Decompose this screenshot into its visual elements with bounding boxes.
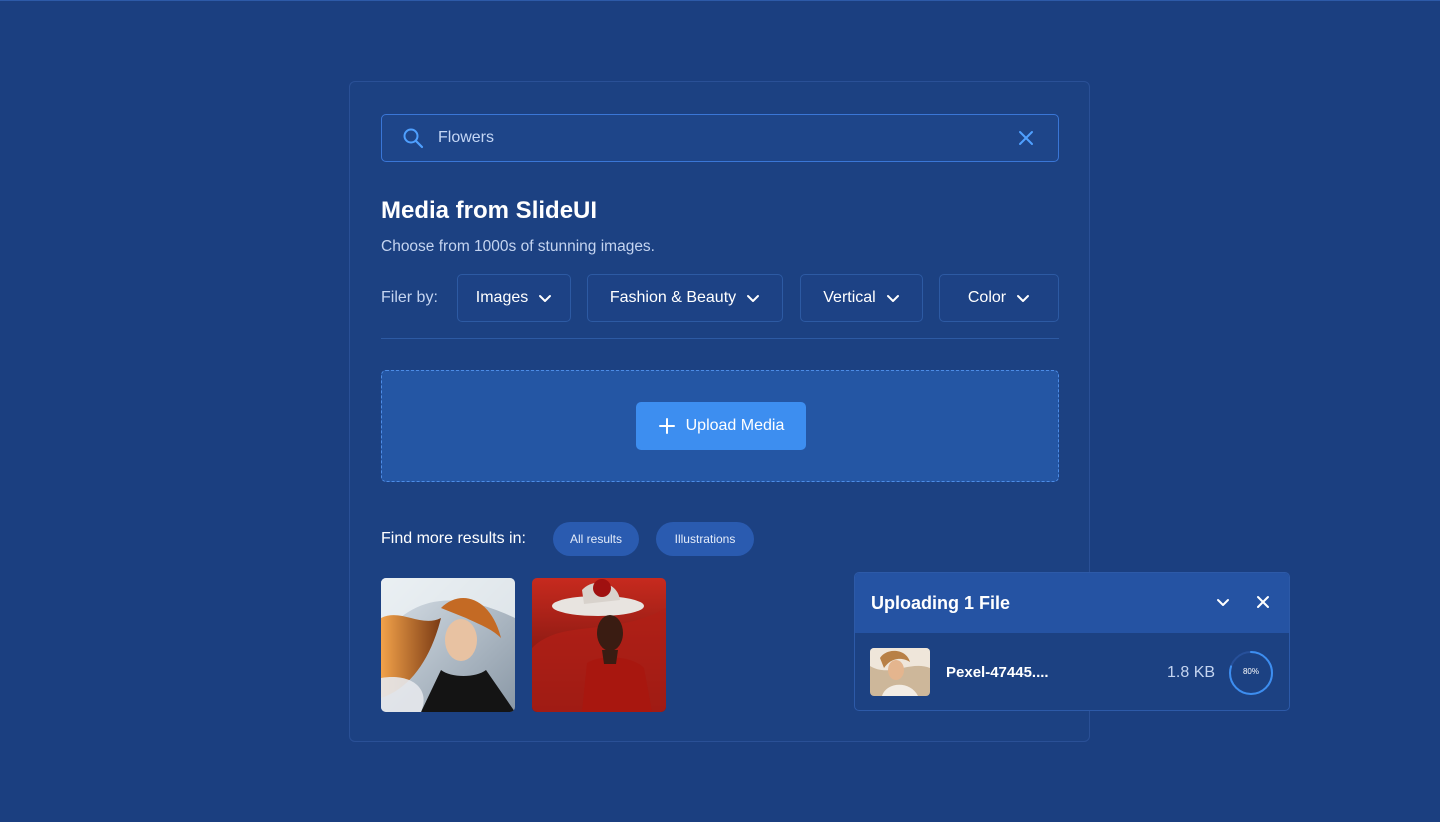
page-title: Media from SlideUI bbox=[381, 197, 598, 224]
upload-file-row: Pexel-47445.... 1.8 KB 80% bbox=[855, 633, 1289, 710]
search-bar[interactable]: Flowers bbox=[381, 114, 1059, 162]
page-subtitle: Choose from 1000s of stunning images. bbox=[381, 238, 655, 255]
filter-images-dropdown[interactable]: Images bbox=[457, 274, 571, 322]
progress-percent: 80% bbox=[1242, 667, 1259, 676]
filter-bar: Filer by: Images Fashion & Beauty Vertic… bbox=[381, 274, 1059, 322]
upload-dropzone[interactable]: Upload Media bbox=[381, 370, 1059, 482]
search-icon bbox=[402, 127, 424, 149]
filter-color-label: Color bbox=[967, 289, 1007, 306]
more-results: Find more results in: All results Illust… bbox=[381, 522, 881, 556]
media-thumbnail[interactable] bbox=[381, 578, 515, 712]
plus-icon bbox=[658, 417, 676, 435]
divider bbox=[381, 338, 1059, 339]
more-results-label: Find more results in: bbox=[381, 530, 526, 547]
filter-orientation-label: Vertical bbox=[823, 289, 876, 306]
search-input[interactable]: Flowers bbox=[438, 129, 1016, 147]
upload-card-header: Uploading 1 File bbox=[855, 573, 1289, 633]
chevron-down-icon bbox=[538, 291, 552, 305]
all-results-pill[interactable]: All results bbox=[553, 522, 639, 556]
close-icon[interactable] bbox=[1255, 594, 1271, 610]
file-size: 1.8 KB bbox=[1167, 664, 1216, 681]
filter-orientation-dropdown[interactable]: Vertical bbox=[800, 274, 923, 322]
media-thumbnail[interactable] bbox=[532, 578, 666, 712]
page: Flowers Media from SlideUI Choose from 1… bbox=[0, 0, 1440, 822]
filter-category-label: Fashion & Beauty bbox=[609, 289, 737, 306]
chevron-down-icon[interactable] bbox=[1215, 594, 1231, 610]
chevron-down-icon bbox=[886, 291, 900, 305]
upload-media-label: Upload Media bbox=[685, 417, 785, 434]
illustrations-pill[interactable]: Illustrations bbox=[656, 522, 754, 556]
filter-images-label: Images bbox=[475, 289, 529, 306]
file-name: Pexel-47445.... bbox=[946, 664, 1049, 681]
chevron-down-icon bbox=[746, 291, 760, 305]
filter-category-dropdown[interactable]: Fashion & Beauty bbox=[587, 274, 783, 322]
upload-media-button[interactable]: Upload Media bbox=[636, 402, 806, 450]
filter-label: Filer by: bbox=[381, 289, 438, 306]
progress-ring: 80% bbox=[1227, 649, 1275, 697]
upload-card-title: Uploading 1 File bbox=[871, 592, 1011, 613]
upload-progress-card: Uploading 1 File Pexel-47445.... 1.8 KB bbox=[854, 572, 1290, 711]
chevron-down-icon bbox=[1016, 291, 1030, 305]
filter-color-dropdown[interactable]: Color bbox=[939, 274, 1059, 322]
close-icon[interactable] bbox=[1016, 128, 1036, 148]
file-thumbnail bbox=[870, 648, 930, 696]
